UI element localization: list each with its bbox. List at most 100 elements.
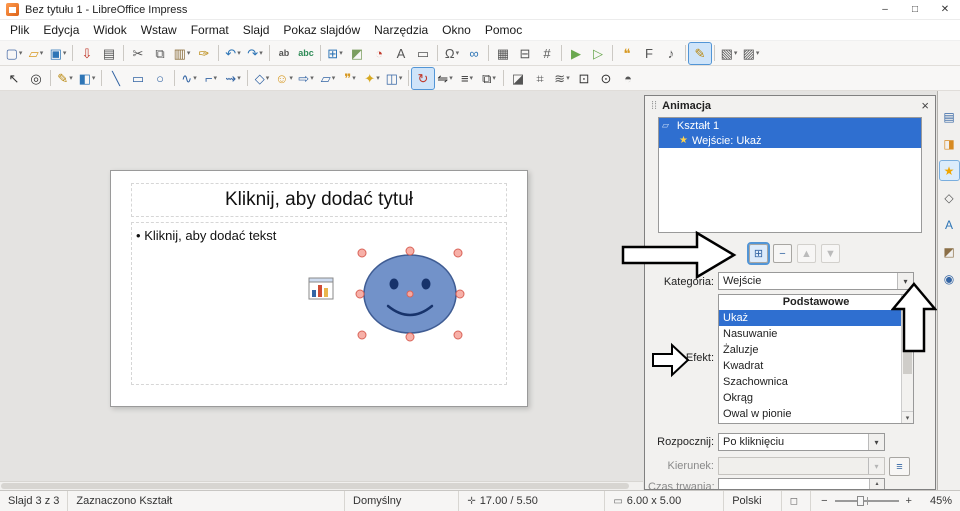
cut-button[interactable]: ✂ (127, 43, 149, 64)
basic-shapes-tool[interactable]: ◇ (251, 68, 273, 89)
menu-item[interactable]: Plik (3, 21, 36, 39)
tab-styles[interactable]: A (940, 215, 959, 234)
export-pdf-button[interactable]: ⇩ (76, 43, 98, 64)
block-arrows-tool[interactable]: ⇨ (295, 68, 317, 89)
menu-item[interactable]: Pomoc (478, 21, 529, 39)
rotate-tool[interactable]: ↻ (411, 66, 435, 90)
effect-option[interactable]: Owal w pionie (719, 406, 913, 422)
clone-formatting-button[interactable]: ✑ (193, 43, 215, 64)
move-up-button[interactable]: ▲ (797, 244, 816, 263)
fill-color-button[interactable]: ◧ (76, 68, 98, 89)
menu-item[interactable]: Narzędzia (367, 21, 435, 39)
snap-to-grid-button[interactable]: ⊟ (514, 43, 536, 64)
effect-list-scrollbar[interactable]: ▾ (901, 295, 913, 423)
remove-effect-button[interactable]: − (773, 244, 792, 263)
spin-up-icon[interactable]: ▴ (870, 479, 884, 487)
animation-list-item-effect[interactable]: ★ Wejście: Ukaż (659, 133, 921, 148)
display-grid-button[interactable]: ▦ (492, 43, 514, 64)
animation-list-item-shape[interactable]: ▱ Kształt 1 (659, 118, 921, 133)
slide-layout-button[interactable]: ▨ (740, 43, 762, 64)
show-draw-functions-button[interactable]: ✎ (688, 41, 712, 65)
spin-down-icon[interactable]: ▾ (870, 487, 884, 489)
insert-textbox-button[interactable]: A (390, 43, 412, 64)
insert-fontwork-button[interactable]: F (638, 43, 660, 64)
zoom-slider[interactable] (834, 496, 899, 506)
flip-tool[interactable]: ⇋ (434, 68, 456, 89)
copy-button[interactable]: ⧉ (149, 43, 171, 64)
zoom-in-button[interactable]: + (904, 495, 914, 507)
ellipse-tool[interactable]: ○ (149, 68, 171, 89)
image-filter-button[interactable]: ≋ (551, 68, 573, 89)
menu-item[interactable]: Okno (435, 21, 478, 39)
edit-points-button[interactable]: ⊡ (573, 68, 595, 89)
arrange-tool[interactable]: ⧉ (478, 68, 500, 89)
horizontal-scrollbar-thumb[interactable] (1, 483, 629, 489)
effect-option[interactable]: Kwadrat (719, 358, 913, 374)
header-footer-button[interactable]: ▭ (412, 43, 434, 64)
slide-canvas[interactable]: Kliknij, aby dodać tytuł • Kliknij, aby … (110, 170, 528, 407)
undo-button[interactable]: ↶ (222, 43, 244, 64)
menu-item[interactable]: Pokaz slajdów (276, 21, 367, 39)
tab-animation[interactable]: ★ (938, 160, 960, 181)
flowchart-tool[interactable]: ▱ (317, 68, 339, 89)
open-button[interactable]: ▱ (25, 43, 47, 64)
save-button[interactable]: ▣ (47, 43, 69, 64)
effect-option[interactable]: Ukaż (719, 310, 913, 326)
insert-comment-button[interactable]: ❝ (616, 43, 638, 64)
crop-button[interactable]: ⌗ (529, 68, 551, 89)
shadow-button[interactable]: ◪ (507, 68, 529, 89)
hyperlink-button[interactable]: ∞ (463, 43, 485, 64)
zoom-out-button[interactable]: − (819, 495, 829, 507)
extrusion-button[interactable]: ◓ (617, 68, 639, 89)
duration-spinner[interactable]: ▴ ▾ (718, 478, 885, 489)
scroll-down-icon[interactable]: ▾ (902, 411, 913, 423)
new-document-button[interactable]: ▢ (3, 43, 25, 64)
3d-objects-tool[interactable]: ◫ (383, 68, 405, 89)
select-tool[interactable]: ↖ (3, 68, 25, 89)
chevron-down-icon[interactable]: ▾ (868, 434, 884, 450)
insert-table-button[interactable]: ⊞ (324, 43, 346, 64)
lines-arrows-tool[interactable]: ⇝ (222, 68, 244, 89)
menu-item[interactable]: Edycja (36, 21, 86, 39)
align-tool[interactable]: ≡ (456, 68, 478, 89)
effect-option[interactable]: Nasuwanie (719, 326, 913, 342)
start-from-first-slide-button[interactable]: ▶ (565, 43, 587, 64)
zoom-slider-thumb[interactable] (856, 496, 864, 506)
category-dropdown[interactable]: Wejście ▾ (718, 272, 914, 290)
zoom-percentage[interactable]: 45% (922, 491, 960, 511)
insert-media-button[interactable]: ♪ (660, 43, 682, 64)
panel-close-icon[interactable]: × (921, 98, 929, 113)
connector-tool[interactable]: ⌐ (200, 68, 222, 89)
fit-slide-button[interactable]: ◻ (782, 491, 812, 511)
move-down-button[interactable]: ▼ (821, 244, 840, 263)
zoom-pan-tool[interactable]: ◎ (25, 68, 47, 89)
panel-grip-icon[interactable]: ⁞⁞ (651, 100, 657, 112)
effect-option[interactable]: Okrąg (719, 390, 913, 406)
language-status[interactable]: Polski (724, 491, 782, 511)
stars-tool[interactable]: ✦ (361, 68, 383, 89)
find-replace-button[interactable]: ab (273, 43, 295, 64)
minimize-button[interactable]: – (870, 0, 900, 19)
horizontal-scrollbar[interactable] (0, 481, 643, 490)
tab-navigator[interactable]: ◉ (940, 269, 959, 288)
insert-line-tool[interactable]: ╲ (105, 68, 127, 89)
tab-gallery[interactable]: ◩ (940, 242, 959, 261)
tab-shapes[interactable]: ◇ (940, 188, 959, 207)
helplines-button[interactable]: # (536, 43, 558, 64)
scrollbar-thumb[interactable] (903, 296, 912, 374)
symbol-shapes-tool[interactable]: ☺ (273, 68, 295, 89)
paste-button[interactable]: ▥ (171, 43, 193, 64)
close-button[interactable]: ✕ (930, 0, 960, 19)
gluepoints-button[interactable]: ⊙ (595, 68, 617, 89)
effect-option[interactable]: Żaluzje (719, 342, 913, 358)
spelling-button[interactable]: abc (295, 43, 317, 64)
special-character-button[interactable]: Ω (441, 43, 463, 64)
insert-chart-button[interactable]: ◔ (368, 43, 390, 64)
effect-option[interactable]: Szachownica (719, 374, 913, 390)
start-dropdown[interactable]: Po kliknięciu ▾ (718, 433, 885, 451)
print-button[interactable]: ▤ (98, 43, 120, 64)
menu-item[interactable]: Format (184, 21, 236, 39)
maximize-button[interactable]: □ (900, 0, 930, 19)
menu-item[interactable]: Wstaw (134, 21, 184, 39)
smiley-shape-selected[interactable] (355, 246, 465, 342)
